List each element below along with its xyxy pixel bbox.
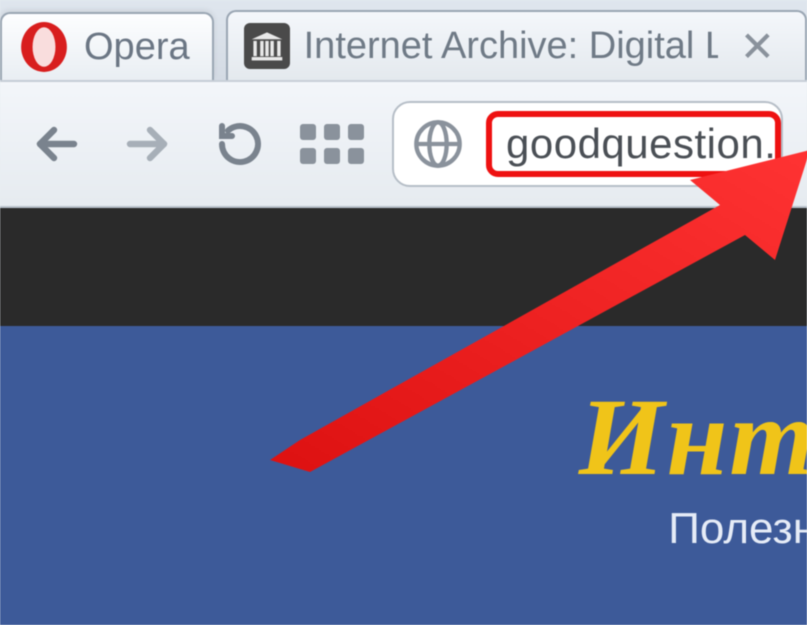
- speed-dial-button[interactable]: [300, 112, 364, 176]
- tab-opera-label: Opera: [84, 26, 190, 69]
- url-input-highlight[interactable]: goodquestion.: [486, 111, 781, 177]
- header-blue-band: Инт Полезн: [0, 326, 807, 625]
- back-button[interactable]: [24, 112, 88, 176]
- url-text: goodquestion.: [506, 120, 776, 168]
- globe-icon: [408, 114, 468, 174]
- page-content: Инт Полезн: [0, 208, 807, 625]
- reload-button[interactable]: [208, 112, 272, 176]
- tab-archive-title: Internet Archive: Digital Lib: [304, 25, 718, 68]
- speed-dial-icon: [300, 124, 364, 164]
- address-bar[interactable]: goodquestion.: [392, 101, 783, 187]
- archive-building-icon: [244, 23, 290, 69]
- opera-logo-icon: [18, 21, 70, 73]
- toolbar: goodquestion.: [0, 80, 807, 208]
- tab-strip: Opera Internet Archive: Digital Lib ✕: [0, 0, 807, 80]
- site-subtitle: Полезн: [668, 504, 807, 554]
- tab-opera[interactable]: Opera: [0, 12, 214, 80]
- header-dark-band: [0, 208, 807, 326]
- forward-button[interactable]: [116, 112, 180, 176]
- tab-internet-archive[interactable]: Internet Archive: Digital Lib ✕: [226, 10, 807, 80]
- close-tab-icon[interactable]: ✕: [732, 22, 783, 71]
- site-title: Инт: [579, 374, 807, 501]
